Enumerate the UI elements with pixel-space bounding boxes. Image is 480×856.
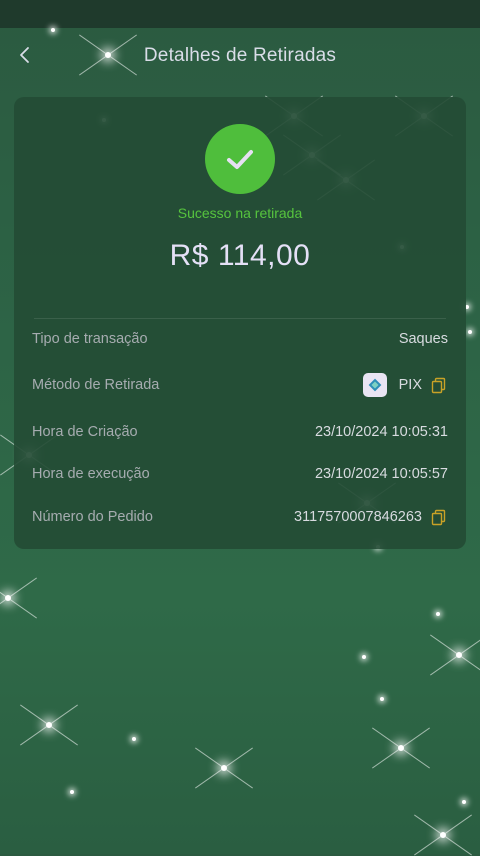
status-text: Sucesso na retirada — [177, 205, 303, 221]
detail-value: Saques — [399, 331, 448, 347]
detail-value: 23/10/2024 10:05:57 — [315, 466, 448, 482]
order-number-value: 3117570007846263 — [294, 509, 422, 525]
detail-value: PIX — [362, 373, 448, 397]
detail-row-order-number: Número do Pedido 3117570007846263 — [32, 505, 448, 529]
detail-row-transaction-type: Tipo de transação Saques — [32, 327, 448, 351]
detail-row-creation-time: Hora de Criação 23/10/2024 10:05:31 — [32, 420, 448, 444]
execution-time-value: 23/10/2024 10:05:57 — [314, 466, 448, 482]
page-title: Detalhes de Retiradas — [143, 45, 337, 66]
detail-label: Método de Retirada — [32, 377, 160, 393]
transaction-type-value: Saques — [398, 331, 448, 347]
check-circle-icon — [205, 124, 275, 194]
chevron-left-icon — [20, 47, 29, 63]
divider — [34, 318, 446, 319]
detail-label: Número do Pedido — [32, 509, 153, 525]
detail-label: Hora de Criação — [32, 424, 138, 440]
copy-icon[interactable] — [430, 376, 448, 394]
detail-label: Hora de execução — [32, 466, 150, 482]
withdrawal-amount: R$ 114,00 — [169, 239, 311, 272]
back-button[interactable] — [10, 40, 40, 70]
withdrawal-method-value: PIX — [398, 377, 422, 393]
copy-icon[interactable] — [430, 508, 448, 526]
detail-label: Tipo de transação — [32, 331, 148, 347]
detail-row-execution-time: Hora de execução 23/10/2024 10:05:57 — [32, 462, 448, 486]
header: Detalhes de Retiradas — [0, 28, 480, 84]
creation-time-value: 23/10/2024 10:05:31 — [314, 424, 448, 440]
detail-value: 23/10/2024 10:05:31 — [315, 424, 448, 440]
detail-row-withdrawal-method: Método de Retirada PIX — [32, 373, 448, 397]
status-bar — [0, 0, 480, 28]
detail-value: 3117570007846263 — [294, 508, 448, 526]
withdrawal-details-card: Sucesso na retirada R$ 114,00 Tipo de tr… — [14, 97, 466, 549]
pix-logo-icon — [362, 373, 387, 397]
